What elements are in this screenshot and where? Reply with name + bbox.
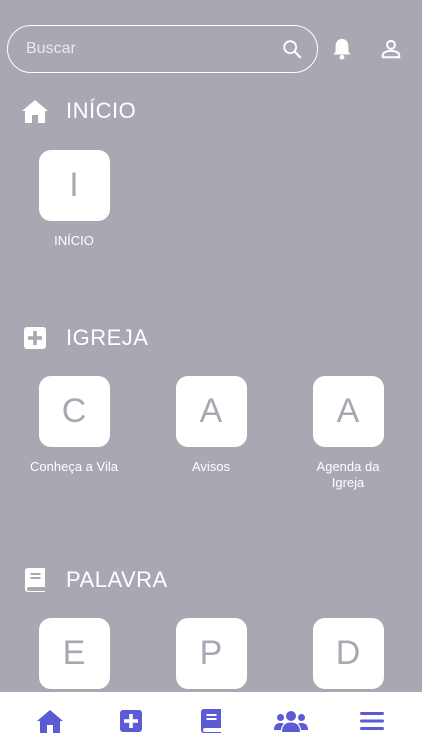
- book-icon: [25, 568, 45, 592]
- home-icon[interactable]: [35, 708, 65, 734]
- home-icon: [22, 100, 48, 123]
- book-icon[interactable]: [200, 708, 222, 734]
- plus-square-icon: [24, 327, 46, 349]
- tile-box[interactable]: P: [175, 618, 247, 689]
- tile-box[interactable]: A: [312, 376, 384, 447]
- tile-conheca-a-vila[interactable]: C Conheça a Vila: [9, 376, 139, 475]
- top-bar: [0, 0, 422, 96]
- tile-agenda-da-igreja[interactable]: A Agenda da Igreja: [283, 376, 413, 491]
- nav-igreja[interactable]: [106, 701, 156, 741]
- nav-menu[interactable]: [347, 701, 397, 741]
- tile-p[interactable]: P: [146, 618, 276, 689]
- tile-label: Agenda da Igreja: [316, 459, 380, 490]
- nav-palavra[interactable]: [186, 701, 236, 741]
- tile-box[interactable]: E: [38, 618, 110, 689]
- bell-icon[interactable]: [331, 37, 353, 61]
- menu-icon[interactable]: [359, 711, 384, 731]
- tile-box[interactable]: D: [312, 618, 384, 689]
- tile-label: Avisos: [191, 459, 231, 474]
- tile-avisos[interactable]: A Avisos: [146, 376, 276, 475]
- section-title-label: INÍCIO: [66, 98, 137, 123]
- section-title-label: IGREJA: [66, 325, 149, 350]
- tile-box[interactable]: I: [38, 150, 110, 221]
- tile-label: Conheça a Vila: [30, 459, 118, 474]
- tile-box[interactable]: C: [38, 376, 110, 447]
- bottom-nav: [0, 692, 422, 750]
- section-title-label: PALAVRA: [66, 567, 168, 592]
- search-icon[interactable]: [281, 38, 303, 60]
- user-icon[interactable]: [380, 38, 402, 60]
- tile-label: INÍCIO: [54, 233, 94, 248]
- nav-home[interactable]: [25, 701, 75, 741]
- section-title-igreja: IGREJA: [21, 323, 148, 353]
- tile-inicio[interactable]: I INÍCIO: [9, 150, 139, 249]
- nav-grupos[interactable]: [266, 701, 316, 741]
- tile-box[interactable]: A: [175, 376, 247, 447]
- search-input[interactable]: [26, 26, 276, 71]
- plus-square-icon[interactable]: [119, 709, 143, 733]
- tile-d[interactable]: D: [283, 618, 413, 689]
- search-box[interactable]: [7, 25, 318, 73]
- tile-e[interactable]: E: [9, 618, 139, 689]
- section-title-palavra: PALAVRA: [21, 565, 168, 595]
- users-icon[interactable]: [274, 709, 309, 733]
- section-title-inicio: INÍCIO: [21, 96, 136, 126]
